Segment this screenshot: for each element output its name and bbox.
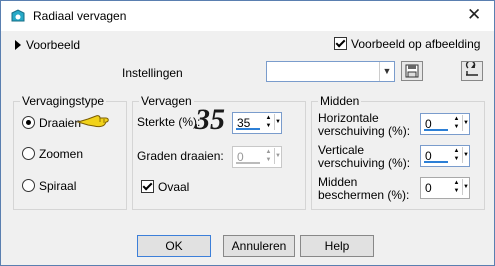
- radio-zoomen-label: Zoomen: [39, 147, 84, 161]
- horizontal-offset-label: Horizontale verschuiving (%):: [318, 112, 410, 138]
- arrow-down-icon[interactable]: ▼: [452, 155, 461, 163]
- title-bar: Radiaal vervagen ✕: [1, 1, 494, 31]
- spin-arrows[interactable]: ▲ ▼: [452, 115, 461, 131]
- save-preset-button[interactable]: [401, 61, 423, 81]
- radio-icon: [22, 179, 35, 192]
- strength-annotation: 35: [195, 103, 225, 136]
- preview-toggle-label: Voorbeeld: [26, 38, 81, 52]
- blur-type-group: Vervagingstype Draaien Zoomen Spiraal: [13, 94, 127, 210]
- blur-type-title: Vervagingstype: [20, 94, 107, 108]
- dropdown-arrow-icon[interactable]: ▼: [462, 115, 469, 131]
- radio-zoomen[interactable]: Zoomen: [22, 147, 83, 161]
- dropdown-arrow-icon[interactable]: ▼: [274, 114, 281, 130]
- chevron-down-icon[interactable]: ▼: [379, 62, 394, 81]
- rotation-label: Graden draaien:: [137, 149, 224, 163]
- dropdown-arrow-icon[interactable]: ▼: [462, 147, 469, 163]
- arrow-down-icon[interactable]: ▼: [264, 156, 273, 164]
- vertical-offset-label-line1: Verticale: [318, 143, 365, 157]
- spin-arrows[interactable]: ▲ ▼: [264, 114, 273, 130]
- strength-label: Sterkte (%):: [137, 115, 201, 129]
- arrow-up-icon[interactable]: ▲: [264, 148, 273, 156]
- focus-underline: [424, 129, 448, 131]
- window-title: Radiaal vervagen: [33, 9, 127, 23]
- center-group: Midden Horizontale verschuiving (%): 0 ▲…: [311, 94, 485, 210]
- strength-spinbox[interactable]: 35 ▲ ▼ ▼: [232, 112, 282, 134]
- arrow-up-icon[interactable]: ▲: [452, 179, 461, 187]
- dropdown-arrow-icon[interactable]: ▼: [274, 148, 281, 164]
- spin-arrows[interactable]: ▲ ▼: [452, 147, 461, 163]
- settings-dropdown[interactable]: ▼: [266, 61, 395, 82]
- spin-arrows[interactable]: ▲ ▼: [452, 179, 461, 195]
- blur-group: Vervagen Sterkte (%): 35 35 ▲ ▼ ▼ Graden …: [132, 94, 306, 210]
- vertical-offset-spinbox[interactable]: 0 ▲ ▼ ▼: [420, 145, 470, 167]
- vertical-offset-label-line2: verschuiving (%):: [318, 156, 411, 170]
- protect-center-value: 0: [425, 181, 432, 195]
- ok-button[interactable]: OK: [137, 235, 211, 257]
- blur-title: Vervagen: [139, 94, 194, 108]
- horizontal-offset-spinbox[interactable]: 0 ▲ ▼ ▼: [420, 113, 470, 135]
- radio-spiraal[interactable]: Spiraal: [22, 179, 76, 193]
- close-icon[interactable]: ✕: [467, 5, 481, 25]
- preview-on-image-label: Voorbeeld op afbeelding: [351, 37, 481, 51]
- cancel-button[interactable]: Annuleren: [223, 235, 295, 257]
- arrow-down-icon[interactable]: ▼: [452, 187, 461, 195]
- checkbox-icon: [334, 37, 347, 50]
- arrow-down-icon[interactable]: ▼: [452, 123, 461, 131]
- preview-expander[interactable]: Voorbeeld: [15, 38, 80, 52]
- dropdown-arrow-icon[interactable]: ▼: [462, 179, 469, 195]
- protect-center-label: Midden beschermen (%):: [318, 176, 409, 202]
- center-title: Midden: [318, 94, 362, 108]
- vertical-offset-label: Verticale verschuiving (%):: [318, 144, 410, 170]
- rotation-spinbox[interactable]: 0 ▲ ▼ ▼: [232, 146, 282, 168]
- checkbox-icon: [141, 180, 154, 193]
- protect-center-label-line2: beschermen (%):: [318, 188, 410, 202]
- reset-defaults-button[interactable]: [461, 60, 483, 81]
- protect-center-label-line1: Midden: [318, 175, 358, 189]
- arrow-up-icon[interactable]: ▲: [264, 114, 273, 122]
- floppy-disk-icon: [405, 64, 419, 78]
- expand-triangle-icon: [15, 40, 21, 50]
- arrow-up-icon[interactable]: ▲: [452, 115, 461, 123]
- help-button[interactable]: Help: [300, 235, 374, 257]
- radio-icon: [22, 147, 35, 160]
- settings-label: Instellingen: [122, 66, 183, 80]
- protect-center-spinbox[interactable]: 0 ▲ ▼ ▼: [420, 177, 470, 199]
- spin-arrows[interactable]: ▲ ▼: [264, 148, 273, 164]
- radio-draaien[interactable]: Draaien: [22, 116, 81, 130]
- radial-blur-dialog: Radiaal vervagen ✕ Voorbeeld Voorbeeld o…: [0, 0, 495, 266]
- pointing-hand-icon: [76, 115, 109, 128]
- radio-icon: [22, 116, 35, 129]
- oval-checkbox[interactable]: Ovaal: [141, 180, 189, 194]
- focus-underline: [424, 161, 448, 163]
- app-icon: [11, 9, 25, 22]
- focus-underline: [236, 128, 260, 130]
- arrow-down-icon[interactable]: ▼: [264, 122, 273, 130]
- preview-on-image-checkbox[interactable]: Voorbeeld op afbeelding: [334, 37, 480, 51]
- radio-spiraal-label: Spiraal: [39, 179, 77, 193]
- focus-underline: [236, 162, 260, 164]
- oval-label: Ovaal: [158, 180, 190, 194]
- reset-icon: [465, 60, 478, 76]
- horizontal-offset-label-line1: Horizontale: [318, 111, 379, 125]
- radio-draaien-label: Draaien: [39, 116, 82, 130]
- arrow-up-icon[interactable]: ▲: [452, 147, 461, 155]
- horizontal-offset-label-line2: verschuiving (%):: [318, 124, 411, 138]
